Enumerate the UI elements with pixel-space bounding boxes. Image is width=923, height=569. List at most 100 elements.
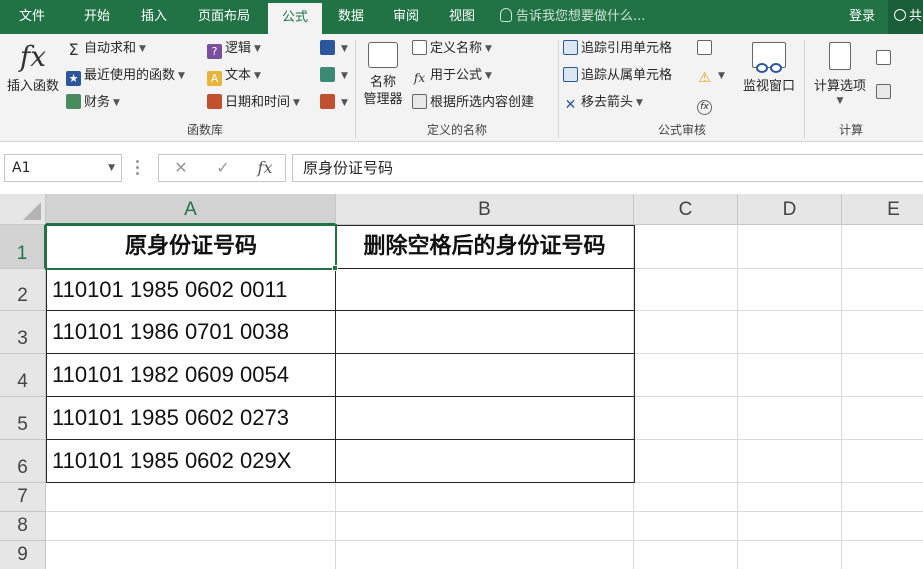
financial-label: 财务 <box>84 95 111 110</box>
row-header-9[interactable]: 9 <box>0 541 46 569</box>
datetime-button[interactable]: 日期和时间 ▼ <box>207 92 300 114</box>
gridline <box>46 540 923 541</box>
cell-a6[interactable]: 110101 1985 0602 029X <box>47 440 335 482</box>
group-separator <box>558 40 559 138</box>
tab-page-layout[interactable]: 页面布局 <box>182 0 266 34</box>
login-button[interactable]: 登录 <box>849 0 875 34</box>
logical-label: 逻辑 <box>225 41 252 56</box>
gridline <box>737 225 738 569</box>
financial-button[interactable]: 财务 ▼ <box>66 92 120 114</box>
row-header-5[interactable]: 5 <box>0 397 46 440</box>
insert-function-button[interactable]: fx 插入函数 <box>2 40 64 95</box>
evaluate-formula-button[interactable]: fx <box>697 92 715 115</box>
glasses-window-icon <box>752 42 786 73</box>
warning-icon: ⚠ <box>698 70 711 86</box>
tab-file[interactable]: 文件 <box>0 0 64 34</box>
chevron-down-icon: ▼ <box>485 44 492 54</box>
use-in-formula-button[interactable]: fx 用于公式 ▼ <box>412 65 492 87</box>
logical-button[interactable]: ? 逻辑 ▼ <box>207 38 261 60</box>
remove-arrows-button[interactable]: ✕ 移去箭头 ▼ <box>563 92 643 114</box>
text-button[interactable]: A 文本 ▼ <box>207 65 261 87</box>
remove-arrows-icon: ✕ <box>564 97 577 113</box>
row-header-6[interactable]: 6 <box>0 440 46 483</box>
select-all-corner[interactable] <box>0 194 46 225</box>
tab-insert[interactable]: 插入 <box>126 0 182 34</box>
enter-check-icon[interactable]: ✓ <box>205 155 241 181</box>
calc-now-icon <box>876 50 891 65</box>
cell-a4[interactable]: 110101 1982 0609 0054 <box>47 354 335 396</box>
name-box[interactable]: A1 ▼ <box>4 154 122 182</box>
cell-a5[interactable]: 110101 1985 0602 0273 <box>47 397 335 439</box>
formula-bar-resize-handle[interactable] <box>136 160 139 176</box>
more-book-icon <box>320 94 335 109</box>
tab-formulas[interactable]: 公式 <box>268 3 322 34</box>
column-header-e[interactable]: E <box>842 194 923 225</box>
fill-handle[interactable] <box>332 265 338 271</box>
define-name-button[interactable]: 定义名称 ▼ <box>412 38 492 60</box>
tab-home[interactable]: 开始 <box>68 0 126 34</box>
trace-precedents-button[interactable]: 追踪引用单元格 <box>563 38 672 60</box>
trace-dependents-button[interactable]: 追踪从属单元格 <box>563 65 672 87</box>
chevron-down-icon: ▼ <box>341 44 348 54</box>
formula-buttons: ✕ ✓ fx <box>158 154 286 182</box>
group-separator <box>804 40 805 138</box>
watch-window-button[interactable]: 监视窗口 <box>738 42 800 95</box>
active-cell-selection <box>45 224 337 270</box>
column-header-d[interactable]: D <box>738 194 842 225</box>
column-header-a[interactable]: A <box>46 194 336 225</box>
name-manager-button[interactable]: 名称 管理器 <box>358 42 408 108</box>
column-header-b[interactable]: B <box>336 194 634 225</box>
row-header-2[interactable]: 2 <box>0 269 46 311</box>
math-button[interactable]: ▼ <box>320 65 348 87</box>
lookup-button[interactable]: ▼ <box>320 38 348 60</box>
cell-a2[interactable]: 110101 1985 0602 0011 <box>47 269 335 310</box>
cell-b1[interactable]: 删除空格后的身份证号码 <box>336 226 633 268</box>
autosum-button[interactable]: Σ 自动求和 ▼ <box>66 38 146 60</box>
use-in-formula-label: 用于公式 <box>430 68 483 83</box>
cell-a3[interactable]: 110101 1986 0701 0038 <box>47 311 335 353</box>
row-header-3[interactable]: 3 <box>0 311 46 354</box>
evaluate-fx-icon: fx <box>697 100 712 115</box>
row-header-8[interactable]: 8 <box>0 512 46 541</box>
calculator-icon <box>829 42 851 70</box>
insert-function-icon[interactable]: fx <box>247 155 283 181</box>
ribbon-formulas: fx 插入函数 Σ 自动求和 ▼ ★ 最近使用的函数 ▼ 财务 ▼ ? 逻辑 ▼ A 文本 ▼ 日… <box>0 34 923 142</box>
name-box-value: A1 <box>12 160 31 176</box>
name-manager-label-2: 管理器 <box>363 92 403 107</box>
person-icon <box>894 9 906 21</box>
chevron-down-icon: ▼ <box>636 98 643 108</box>
calc-sheet-button[interactable] <box>876 82 894 104</box>
tell-me-text: 告诉我您想要做什么... <box>516 9 646 24</box>
recent-functions-label: 最近使用的函数 <box>84 68 176 83</box>
worksheet-grid: A B C D E 1 2 3 4 5 6 7 8 9 原身份证号码 删除空格后… <box>0 194 923 569</box>
row-header-7[interactable]: 7 <box>0 483 46 512</box>
chevron-down-icon[interactable]: ▼ <box>108 155 115 181</box>
tab-data[interactable]: 数据 <box>324 0 378 34</box>
trace-dependents-icon <box>563 67 578 82</box>
calc-options-button[interactable]: 计算选项 ▼ <box>808 42 872 107</box>
more-functions-button[interactable]: ▼ <box>320 92 348 114</box>
create-from-selection-button[interactable]: 根据所选内容创建 <box>412 92 534 114</box>
share-button[interactable]: 共享 <box>888 0 923 34</box>
calc-now-button[interactable] <box>876 48 894 70</box>
tab-view[interactable]: 视图 <box>434 0 490 34</box>
column-header-c[interactable]: C <box>634 194 738 225</box>
tell-me-search[interactable]: 告诉我您想要做什么... <box>500 0 645 34</box>
recent-functions-button[interactable]: ★ 最近使用的函数 ▼ <box>66 65 185 87</box>
chevron-down-icon: ▼ <box>178 71 185 81</box>
show-formulas-button[interactable] <box>697 38 715 60</box>
row-header-4[interactable]: 4 <box>0 354 46 397</box>
cancel-icon[interactable]: ✕ <box>163 155 199 181</box>
tab-review[interactable]: 审阅 <box>378 0 434 34</box>
chevron-down-icon: ▼ <box>341 98 348 108</box>
chevron-down-icon: ▼ <box>341 71 348 81</box>
clock-book-icon <box>207 94 222 109</box>
chevron-down-icon: ▼ <box>485 71 492 81</box>
calc-options-label: 计算选项 <box>813 79 866 94</box>
error-checking-button[interactable]: ⚠ ▼ <box>697 65 725 87</box>
row-header-1[interactable]: 1 <box>0 225 46 269</box>
group-label-auditing: 公式审核 <box>657 123 706 137</box>
watch-window-label: 监视窗口 <box>742 79 795 94</box>
formula-input[interactable]: 原身份证号码 <box>292 154 923 182</box>
trace-dependents-label: 追踪从属单元格 <box>581 68 673 83</box>
